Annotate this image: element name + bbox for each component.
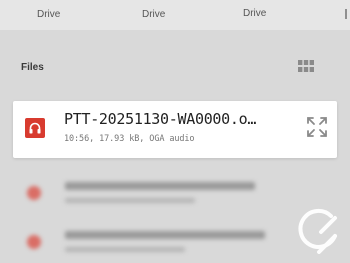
top-tab-bar: Drive Drive Drive bbox=[0, 0, 350, 30]
app-screen: Drive Drive Drive Files PTT-20251130-WA0… bbox=[0, 0, 350, 263]
grid-view-icon[interactable] bbox=[298, 60, 314, 72]
logo-watermark-icon bbox=[297, 208, 341, 254]
section-title: Files bbox=[21, 62, 44, 73]
file-meta: 10:56, 17.93 kB, OGA audio bbox=[64, 134, 195, 144]
blurred-text bbox=[65, 231, 265, 239]
audio-file-icon bbox=[27, 235, 41, 249]
audio-file-icon bbox=[27, 186, 41, 200]
file-card[interactable]: PTT-20251130-WA0000.o… 10:56, 17.93 kB, … bbox=[13, 101, 337, 158]
file-name: PTT-20251130-WA0000.o… bbox=[64, 110, 257, 128]
tab-edge-fragment bbox=[345, 9, 350, 19]
audio-file-icon bbox=[25, 118, 45, 138]
blurred-text bbox=[65, 247, 185, 252]
blurred-text bbox=[65, 198, 195, 203]
expand-icon[interactable] bbox=[306, 116, 328, 138]
tab-drive-1[interactable]: Drive bbox=[37, 9, 60, 20]
tab-drive-2[interactable]: Drive bbox=[142, 9, 165, 20]
tab-drive-3[interactable]: Drive bbox=[243, 8, 266, 19]
blurred-text bbox=[65, 182, 255, 190]
